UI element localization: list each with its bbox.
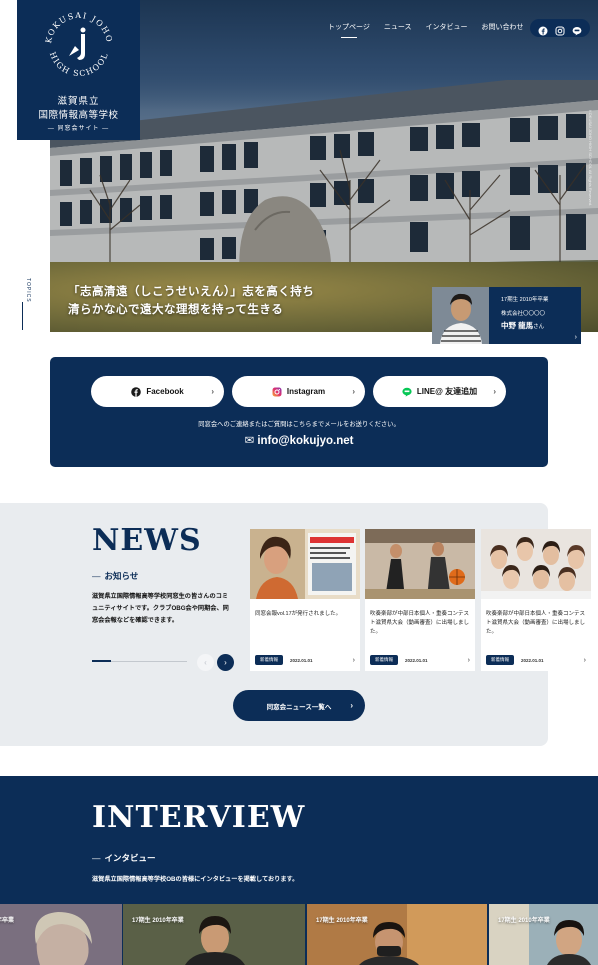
news-date: 2022.01.01 <box>405 657 428 663</box>
news-list-button[interactable]: 同窓会ニュース一覧へ › <box>233 690 365 721</box>
news-subheading: お知らせ <box>92 570 139 582</box>
news-next-button[interactable]: › <box>217 654 234 671</box>
global-nav: トップページ ニュース インタビュー お問い合わせ <box>328 22 524 38</box>
hero-motto-line1: 「志高清遠（しこうせいえん）」志を高く持ち <box>68 284 315 298</box>
svg-text:HIGH SCHOOL: HIGH SCHOOL <box>48 51 110 79</box>
logo-school-name: 国際情報高等学校 <box>38 110 119 121</box>
chevron-right-icon: › <box>493 387 496 396</box>
interview-card-label: 年卒業 <box>0 918 15 924</box>
interview-photo <box>0 904 122 965</box>
hero-motto: 「志高清遠（しこうせいえん）」志を高く持ち 清らかな心で遠大な理想を持って生きる <box>68 282 314 318</box>
interviewee-photo <box>432 287 489 344</box>
news-heading: NEWS <box>92 523 202 558</box>
instagram-label: Instagram <box>286 387 326 396</box>
interview-description: 滋賀県立国際情報高等学校OBの皆様にインタビューを掲載しております。 <box>92 876 299 883</box>
interview-photo <box>307 904 487 965</box>
nav-top[interactable]: トップページ <box>328 22 370 38</box>
interview-subheading: インタビュー <box>92 852 156 864</box>
school-seal-icon: KOKUSAI JOHO HIGH SCHOOL <box>44 11 114 79</box>
chevron-right-icon: › <box>583 656 586 664</box>
chevron-right-icon: › <box>224 658 227 667</box>
chevron-right-icon: › <box>352 387 355 396</box>
contact-panel: Facebook › Instagram › LINE@ 友達追加 › 同窓会へ… <box>50 357 548 467</box>
news-prev-button[interactable]: ‹ <box>197 654 214 671</box>
news-date: 2022.01.01 <box>521 657 544 663</box>
news-card[interactable]: 同窓会報vol.17が発行されました。 新着情報 2022.01.01 › <box>250 529 360 671</box>
news-thumbnail <box>365 529 475 599</box>
hero-motto-line2: 清らかな心で遠大な理想を持って生きる <box>68 302 284 316</box>
instagram-icon <box>272 387 282 396</box>
chevron-right-icon: › <box>211 387 214 396</box>
news-tag: 新着情報 <box>370 655 398 665</box>
interview-card[interactable]: 17期生 2010年卒業 <box>307 904 487 965</box>
social-links <box>530 19 590 37</box>
nav-contact[interactable]: お問い合わせ <box>482 22 524 32</box>
chevron-right-icon: › <box>350 701 353 710</box>
news-thumbnail <box>481 529 591 599</box>
logo-site-label: — 同窓会サイト — <box>47 126 110 132</box>
interview-card[interactable]: 17期生 2010年卒業 <box>489 904 598 965</box>
news-tag: 新着情報 <box>255 655 283 665</box>
interview-card[interactable]: 17期生 2010年卒業 <box>123 904 305 965</box>
interview-card-label: 17期生 2010年卒業 <box>498 918 550 924</box>
contact-email: info@kokujyo.net <box>257 435 354 447</box>
contact-email-link[interactable]: ✉ info@kokujyo.net <box>50 433 548 447</box>
side-topics-label: TOPICS <box>25 278 31 303</box>
chevron-right-icon: › <box>467 656 470 664</box>
svg-text:KOKUSAI JOHO: KOKUSAI JOHO <box>44 11 114 44</box>
side-divider <box>22 302 23 330</box>
nav-news[interactable]: ニュース <box>384 22 412 32</box>
chevron-right-icon: › <box>574 334 577 341</box>
site-logo[interactable]: KOKUSAI JOHO HIGH SCHOOL 滋賀県立 国際情報高等学校 —… <box>17 0 140 140</box>
news-list-label: 同窓会ニュース一覧へ <box>266 703 332 711</box>
facebook-label: Facebook <box>146 387 184 396</box>
copyright-text: KOKUSAI JOHO HIGH SCHOOL All Rights Rese… <box>588 110 593 207</box>
nav-interview[interactable]: インタビュー <box>426 22 468 32</box>
news-card[interactable]: 吹奏楽部が中部日本個人・重奏コンテスト滋賀県大会（動画審査）に出場しました。 新… <box>481 529 591 671</box>
line-icon <box>402 387 412 397</box>
news-card[interactable]: 吹奏楽部が中部日本個人・重奏コンテスト滋賀県大会（動画審査）に出場しました。 新… <box>365 529 475 671</box>
news-description: 滋賀県立国際情報高等学校同窓生の皆さんのコミュニティサイトです。クラブOBG会や… <box>92 593 229 624</box>
interview-photo <box>123 904 305 965</box>
news-card-text: 吹奏楽部が中部日本個人・重奏コンテスト滋賀県大会（動画審査）に出場しました。 <box>370 611 470 635</box>
facebook-icon <box>131 386 142 397</box>
interviewee-graduation: 17期生 2010年卒業 <box>501 297 549 303</box>
chevron-right-icon: › <box>352 656 355 664</box>
contact-note: 同窓会へのご連絡またはご質問はこちらまでメールをお送りください。 <box>198 421 400 428</box>
interview-heading: INTERVIEW <box>92 800 306 835</box>
news-card-text: 同窓会報vol.17が発行されました。 <box>255 611 342 617</box>
instagram-button[interactable]: Instagram › <box>232 376 365 407</box>
news-thumbnail <box>250 529 360 599</box>
news-slider-progress-fill <box>92 660 111 662</box>
interviewee-name: 中野 龍馬さん <box>501 321 545 330</box>
interview-card-label: 17期生 2010年卒業 <box>316 918 368 924</box>
news-slider-progress <box>92 660 187 662</box>
interview-card-label: 17期生 2010年卒業 <box>132 918 184 924</box>
interviewee-company: 株式会社〇〇〇〇 <box>501 311 546 317</box>
news-date: 2022.01.01 <box>290 657 313 663</box>
interview-photo <box>489 904 598 965</box>
facebook-icon[interactable] <box>538 23 548 36</box>
line-icon[interactable] <box>572 23 582 36</box>
featured-interview-card[interactable]: 17期生 2010年卒業 株式会社〇〇〇〇 中野 龍馬さん › <box>432 287 581 344</box>
mail-icon: ✉ <box>244 435 255 447</box>
news-card-text: 吹奏楽部が中部日本個人・重奏コンテスト滋賀県大会（動画審査）に出場しました。 <box>486 611 586 635</box>
interview-card[interactable]: 年卒業 <box>0 904 122 965</box>
logo-prefecture: 滋賀県立 <box>57 96 100 107</box>
facebook-button[interactable]: Facebook › <box>91 376 224 407</box>
news-tag: 新着情報 <box>486 655 514 665</box>
line-label: LINE@ 友達追加 <box>416 387 478 396</box>
line-friend-button[interactable]: LINE@ 友達追加 › <box>373 376 506 407</box>
chevron-left-icon: ‹ <box>204 658 207 667</box>
instagram-icon[interactable] <box>555 23 565 36</box>
